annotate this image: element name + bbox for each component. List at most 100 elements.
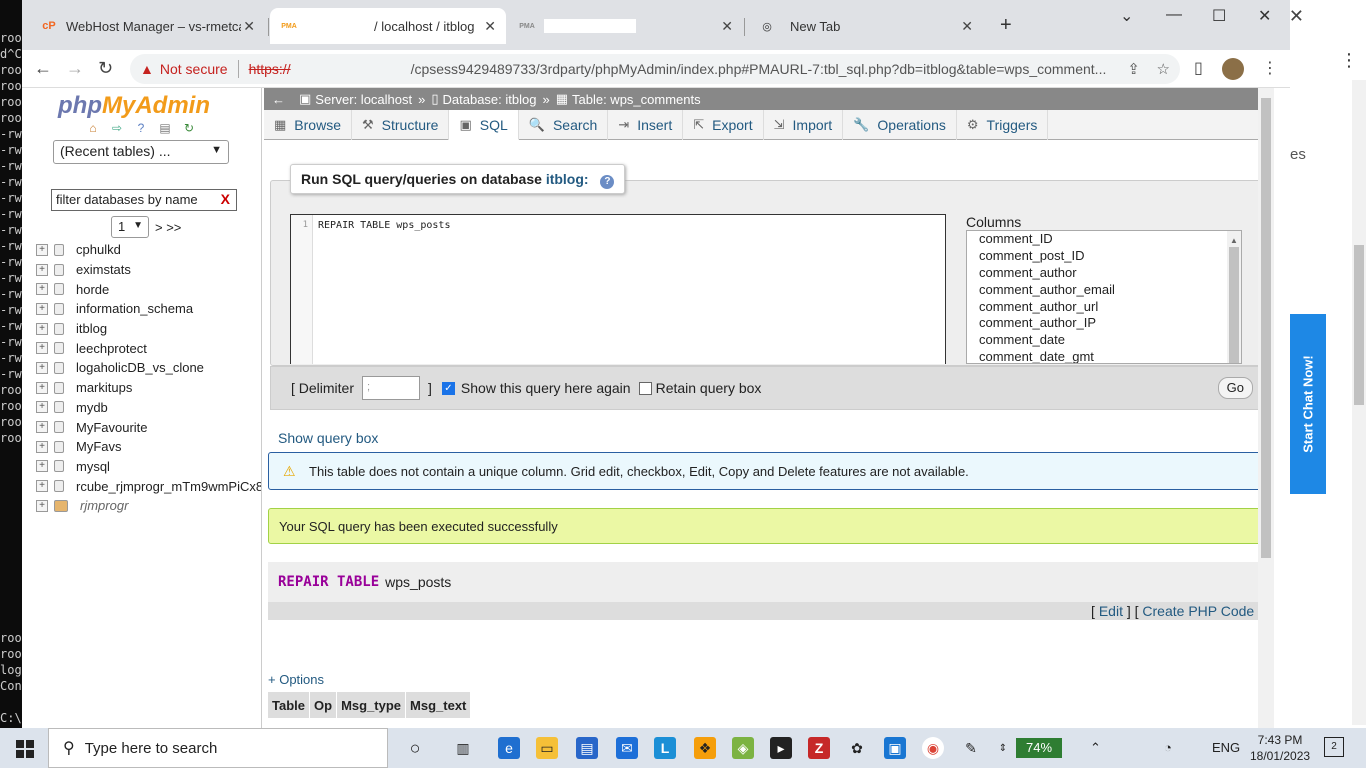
app-icon-3[interactable]: ✿ bbox=[846, 737, 868, 759]
taskbar-search[interactable]: ⚲ Type here to search bbox=[48, 728, 388, 768]
database-item[interactable]: + horde bbox=[36, 279, 261, 299]
page-select[interactable]: 1 ▼ bbox=[111, 216, 149, 238]
task-view-icon[interactable]: ▥ bbox=[452, 737, 474, 759]
retain-query-box-label[interactable]: Retain query box bbox=[656, 380, 762, 396]
scrollbar[interactable] bbox=[1258, 88, 1274, 728]
mail-icon[interactable]: ✉ bbox=[616, 737, 638, 759]
next-page-link[interactable]: > >> bbox=[155, 220, 181, 235]
column-option[interactable]: comment_date bbox=[973, 332, 1241, 349]
database-item[interactable]: + logaholicDB_vs_clone bbox=[36, 358, 261, 378]
show-query-again-label[interactable]: Show this query here again bbox=[461, 380, 631, 396]
app-icon-5[interactable]: ✎ bbox=[960, 737, 982, 759]
column-header[interactable]: Msg_text bbox=[405, 692, 472, 718]
clear-filter-icon[interactable]: X bbox=[221, 191, 230, 207]
expand-icon[interactable]: + bbox=[36, 361, 48, 374]
database-name[interactable]: rjmprogr bbox=[80, 498, 128, 513]
expand-icon[interactable]: + bbox=[36, 322, 48, 335]
show-query-again-checkbox[interactable]: ✓ bbox=[441, 381, 455, 395]
docs-icon[interactable]: ▤ bbox=[156, 120, 174, 136]
database-item[interactable]: + mydb bbox=[36, 398, 261, 418]
new-tab-button[interactable]: + bbox=[1000, 14, 1012, 37]
clock[interactable]: 7:43 PM 18/01/2023 bbox=[1250, 732, 1310, 764]
expand-icon[interactable]: + bbox=[36, 342, 48, 355]
expand-icon[interactable]: + bbox=[36, 460, 48, 473]
start-chat-button[interactable]: Start Chat Now! bbox=[1290, 314, 1326, 494]
database-name[interactable]: leechprotect bbox=[76, 341, 147, 356]
tab-search-icon[interactable]: ⌄ bbox=[1120, 6, 1133, 26]
app-icon-2[interactable]: ◈ bbox=[732, 737, 754, 759]
tab-new-tab[interactable]: ◎ New Tab ✕ bbox=[748, 8, 983, 44]
breadcrumb-table[interactable]: Table: wps_comments bbox=[572, 92, 701, 107]
expand-icon[interactable]: + bbox=[36, 381, 48, 394]
bookmark-star-icon[interactable]: ☆ bbox=[1157, 60, 1170, 78]
database-name[interactable]: itblog bbox=[76, 321, 107, 336]
store-icon[interactable]: ▤ bbox=[576, 737, 598, 759]
tab-triggers[interactable]: ⚙ Triggers bbox=[957, 110, 1049, 140]
expand-icon[interactable]: + bbox=[36, 302, 48, 315]
close-icon[interactable]: ✕ bbox=[721, 18, 733, 35]
breadcrumb-database[interactable]: Database: itblog bbox=[443, 92, 537, 107]
start-button[interactable] bbox=[16, 740, 34, 758]
tab-structure[interactable]: ⚒ Structure bbox=[352, 110, 450, 140]
database-item[interactable]: + MyFavs bbox=[36, 437, 261, 457]
expand-icon[interactable]: + bbox=[36, 440, 48, 453]
forward-button[interactable]: → bbox=[66, 58, 84, 79]
address-bar[interactable]: ▲ Not secure https:// /cpsess9429489733/… bbox=[130, 54, 1180, 84]
side-panel-icon[interactable]: ▯ bbox=[1194, 58, 1203, 78]
database-item[interactable]: + itblog bbox=[36, 319, 261, 339]
expand-icon[interactable]: + bbox=[36, 243, 48, 256]
database-item[interactable]: + mysql bbox=[36, 457, 261, 477]
breadcrumb-server[interactable]: Server: localhost bbox=[315, 92, 412, 107]
expand-icon[interactable]: + bbox=[36, 283, 48, 296]
logout-icon[interactable]: ⇨ bbox=[108, 120, 126, 136]
chevron-up-icon[interactable]: ⌃ bbox=[1090, 740, 1101, 756]
close-icon[interactable]: ✕ bbox=[243, 18, 255, 35]
column-header[interactable]: Msg_type bbox=[336, 692, 407, 718]
database-link[interactable]: itblog: bbox=[546, 171, 589, 187]
database-item[interactable]: + rjmprogr bbox=[36, 496, 261, 516]
maximize-button[interactable]: ☐ bbox=[1212, 6, 1226, 26]
edge-icon[interactable]: e bbox=[498, 737, 520, 759]
create-php-code-link[interactable]: Create PHP Code bbox=[1142, 603, 1254, 619]
tab-webhost-manager[interactable]: cP WebHost Manager – vs-rmetcalfe ✕ bbox=[30, 8, 265, 44]
language-indicator[interactable]: ENG bbox=[1212, 740, 1240, 755]
database-item[interactable]: + eximstats bbox=[36, 260, 261, 280]
scroll-arrows-icon[interactable]: ⇕ bbox=[992, 737, 1014, 759]
cortana-icon[interactable]: ○ bbox=[404, 737, 426, 759]
tab-import[interactable]: ⇲ Import bbox=[764, 110, 844, 140]
database-name[interactable]: information_schema bbox=[76, 301, 193, 316]
database-name[interactable]: MyFavourite bbox=[76, 420, 148, 435]
minimize-button[interactable]: — bbox=[1166, 6, 1182, 24]
database-name[interactable]: markitups bbox=[76, 380, 132, 395]
lync-icon[interactable]: L bbox=[654, 737, 676, 759]
sql-editor[interactable]: 1 REPAIR TABLE wps_posts bbox=[290, 214, 946, 364]
help-icon[interactable]: ? bbox=[132, 120, 150, 136]
help-icon[interactable]: ? bbox=[600, 175, 615, 189]
phpmyadmin-logo[interactable]: phpMyAdmin bbox=[58, 92, 210, 120]
tab-insert[interactable]: ⇥ Insert bbox=[608, 110, 684, 140]
database-item[interactable]: + rcube_rjmprogr_mTm9wmPiCx8 bbox=[36, 476, 261, 496]
options-toggle[interactable]: + Options bbox=[268, 672, 324, 687]
chrome-menu-icon[interactable]: ⋮ bbox=[1262, 58, 1278, 78]
reload-button[interactable]: ↻ bbox=[98, 58, 113, 79]
back-arrow-icon[interactable]: ← bbox=[272, 92, 285, 107]
column-option[interactable]: comment_post_ID bbox=[973, 248, 1241, 265]
close-icon[interactable]: ✕ bbox=[1289, 6, 1304, 27]
column-header[interactable]: Op bbox=[309, 692, 338, 718]
tab-pma-second[interactable]: PMA ✕ bbox=[508, 8, 743, 44]
app-icon[interactable]: ❖ bbox=[694, 737, 716, 759]
column-option[interactable]: comment_author_email bbox=[973, 282, 1241, 299]
column-option[interactable]: comment_ID bbox=[973, 231, 1241, 248]
chrome-icon[interactable]: ◉ bbox=[922, 737, 944, 759]
database-item[interactable]: + cphulkd bbox=[36, 240, 261, 260]
show-query-box-link[interactable]: Show query box bbox=[278, 430, 378, 446]
database-item[interactable]: + leechprotect bbox=[36, 338, 261, 358]
retain-query-box-checkbox[interactable] bbox=[638, 381, 652, 395]
database-name[interactable]: cphulkd bbox=[76, 242, 121, 257]
expand-icon[interactable]: + bbox=[36, 499, 48, 512]
edit-query-link[interactable]: Edit bbox=[1099, 603, 1123, 619]
database-filter-input[interactable]: filter databases by name X bbox=[51, 189, 237, 211]
column-header[interactable]: Table bbox=[268, 692, 310, 718]
column-option[interactable]: comment_date_gmt bbox=[973, 349, 1241, 363]
database-name[interactable]: mysql bbox=[76, 459, 110, 474]
